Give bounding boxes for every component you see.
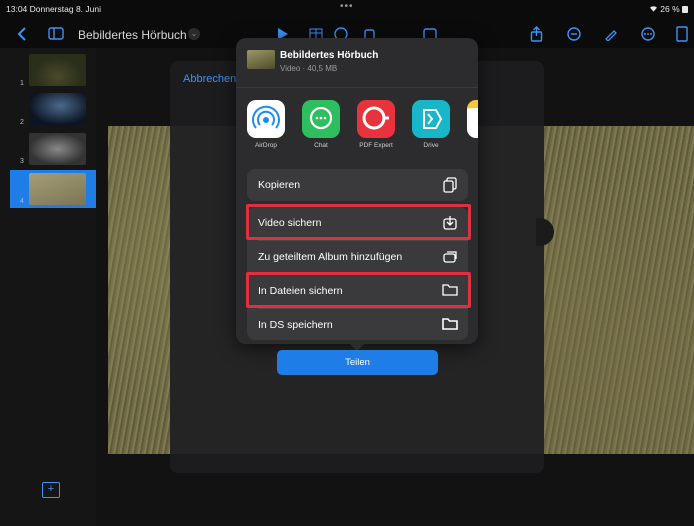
battery-level: 26 % [660,4,680,14]
app-label: AirDrop [254,142,278,149]
back-chevron-icon[interactable] [14,27,30,43]
shared-album-icon [442,249,458,265]
app-chat[interactable]: Chat [302,100,340,149]
slide-thumbnail[interactable] [29,173,86,205]
drive-icon [412,100,450,138]
app-drive[interactable]: Drive [412,100,450,149]
app-label: Drive [423,142,439,149]
action-save-to-ds[interactable]: In DS speichern [247,309,468,340]
document-icon[interactable] [674,26,690,42]
slide-thumbnail[interactable] [29,93,86,125]
undo-icon[interactable] [566,27,582,43]
highlight-save-to-files [246,272,471,308]
slide-number: 4 [20,198,24,205]
item-thumbnail [247,50,275,69]
brush-icon[interactable] [603,27,619,43]
app-label: PDF Expert [359,142,393,149]
wifi-icon [649,4,660,14]
status-bar: 13:04 Donnerstag 8. Juni ••• 26 % [0,0,694,18]
slide-thumbnail[interactable] [29,133,86,165]
app-pdf-expert[interactable]: PDF Expert [357,100,395,149]
document-title[interactable]: Bebildertes Hörbuch [78,28,187,42]
add-slide-button[interactable]: + [42,482,60,498]
app-label: N [457,142,478,149]
notes-icon [467,100,478,138]
cancel-button[interactable]: Abbrechen [183,73,236,85]
pdf-expert-icon [357,100,395,138]
item-title: Bebildertes Hörbuch [280,50,379,61]
action-label: Kopieren [258,179,301,191]
slide-number: 1 [20,80,24,87]
app-notes[interactable]: N [467,100,478,138]
battery-status: 26 % [649,4,688,14]
battery-icon [682,6,688,13]
app-label: Chat [314,142,328,149]
more-icon[interactable] [640,27,656,43]
action-group: Kopieren [247,169,468,201]
highlight-video-save [246,204,471,240]
slide-thumbnail[interactable] [29,54,86,86]
divider [236,87,478,88]
title-dropdown-chevron-icon[interactable]: ⌄ [188,28,200,40]
share-sheet-header: Bebildertes Hörbuch Video · 40,5 MB [236,38,478,82]
share-icon[interactable] [528,26,544,42]
sidebar-toggle-icon[interactable] [48,27,64,43]
app-airdrop[interactable]: AirDrop [247,100,285,149]
slide-number: 3 [20,158,24,165]
chat-icon [302,100,340,138]
share-button[interactable]: Teilen [277,350,438,375]
multitasking-dots[interactable]: ••• [340,1,354,12]
action-add-to-shared-album[interactable]: Zu geteiltem Album hinzufügen [247,241,468,273]
action-copy[interactable]: Kopieren [247,169,468,201]
action-label: Zu geteiltem Album hinzufügen [258,251,403,263]
copy-icon [442,177,458,193]
folder-icon [442,317,458,333]
action-label: In DS speichern [258,319,333,331]
airdrop-icon [247,100,285,138]
slide-number: 2 [20,119,24,126]
status-time: 13:04 Donnerstag 8. Juni [6,4,101,14]
item-subtitle: Video · 40,5 MB [280,64,338,73]
